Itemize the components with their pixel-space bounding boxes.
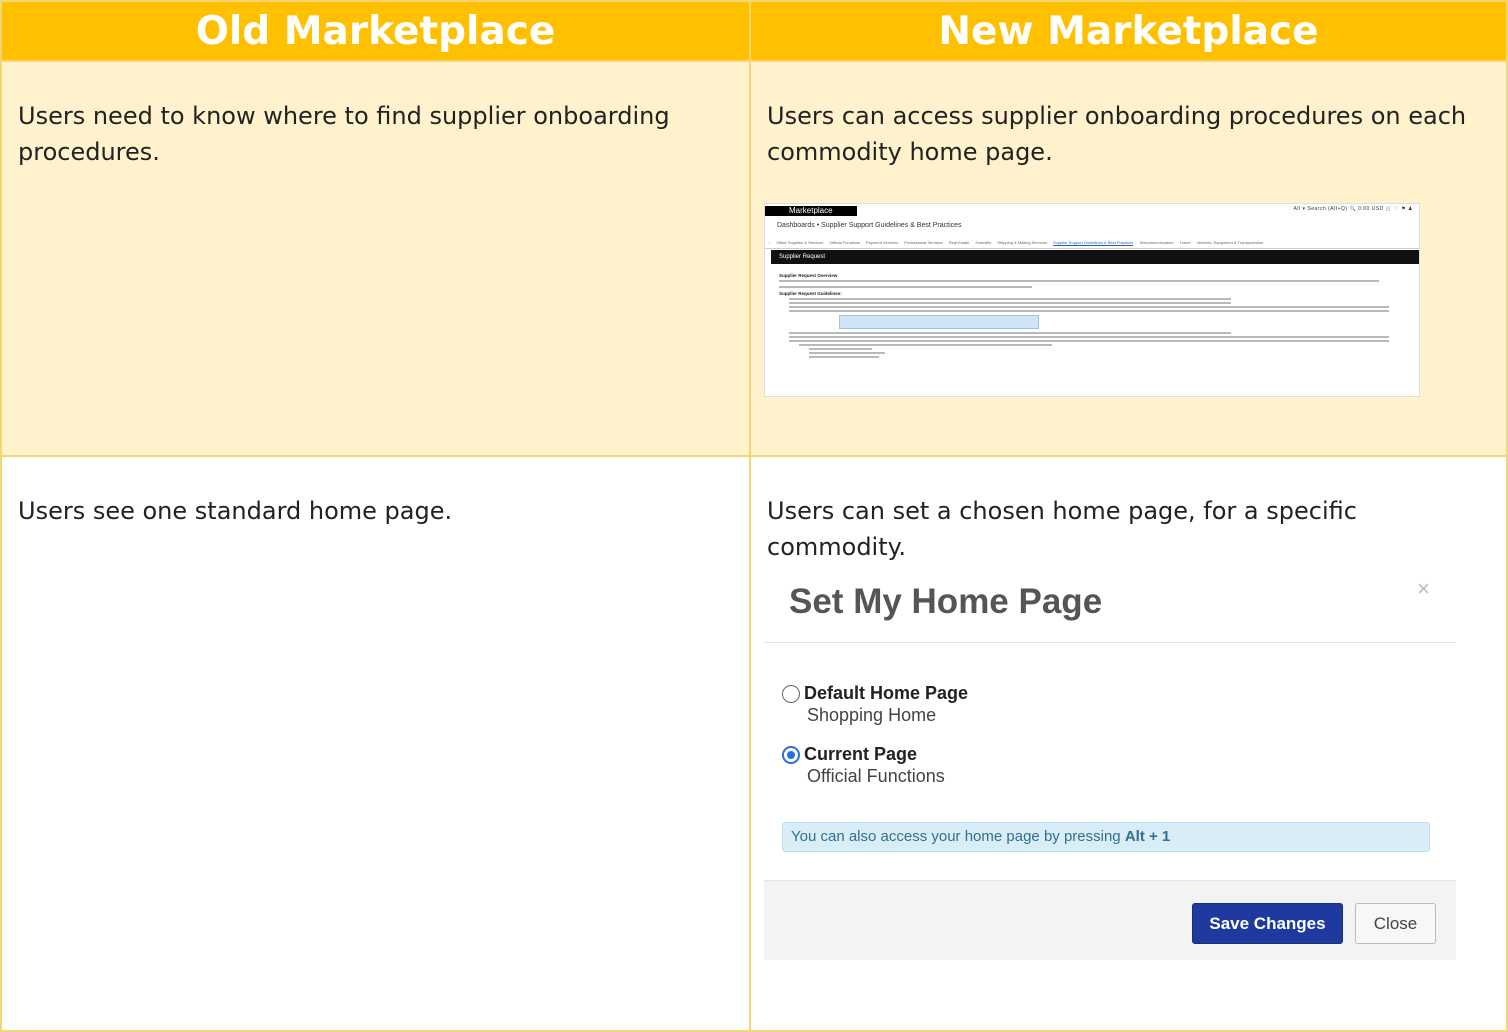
thumb-text-line [809, 352, 885, 354]
option-current-label: Current Page [804, 744, 918, 764]
thumb-utility-bar: All ▾ Search (Alt+Q) 🔍 0.00 USD 🛒 ♡ ⚑ ♟ [1293, 206, 1413, 212]
thumb-section-bar: Supplier Request [771, 250, 1419, 264]
thumb-tab: Scientific [975, 240, 992, 245]
option-default-label: Default Home Page [804, 683, 969, 703]
thumb-brand: Marketplace [765, 206, 857, 216]
thumb-tab-active: Supplier Support Guidelines & Best Pract… [1053, 239, 1134, 246]
thumb-text-line [779, 286, 1032, 288]
thumb-tab: Official Functions [829, 240, 861, 245]
radio-default-home-page[interactable] [782, 685, 800, 703]
dialog-divider [764, 642, 1456, 643]
info-shortcut-key: Alt + 1 [1124, 828, 1171, 845]
row1-old-text: Users need to know where to find supplie… [18, 102, 670, 166]
thumb-text-line [789, 306, 1390, 308]
set-home-page-dialog: Set My Home Page × Default Home Page Sho… [764, 562, 1456, 960]
thumb-text-line [809, 356, 879, 358]
thumb-back-icon: ‹ [769, 240, 771, 245]
info-alert: You can also access your home page by pr… [782, 822, 1430, 852]
header-old-marketplace: Old Marketplace [0, 0, 751, 62]
thumb-info-note [839, 315, 1039, 329]
thumb-tab: Real Estate [948, 240, 970, 245]
thumb-tab: Vehicles, Equipment & Transportation [1196, 240, 1264, 245]
thumb-breadcrumb: Dashboards • Supplier Support Guidelines… [777, 222, 962, 229]
thumb-tab: Travel [1179, 240, 1191, 245]
info-text: You can also access your home page by pr… [791, 828, 1125, 845]
thumb-tab: Shipping & Mailing Services [997, 240, 1048, 245]
radio-current-page[interactable] [782, 746, 800, 764]
row2-old-cell: Users see one standard home page. [0, 457, 751, 1032]
header-new-marketplace: New Marketplace [751, 0, 1508, 62]
dialog-footer: Save Changes Close [764, 880, 1456, 960]
thumb-text-line [789, 310, 1390, 312]
row1-old-cell: Users need to know where to find supplie… [0, 62, 751, 457]
thumb-text-line [789, 302, 1232, 304]
thumb-tab: Professional Services [904, 240, 943, 245]
thumb-top-bar: Marketplace All ▾ Search (Alt+Q) 🔍 0.00 … [765, 204, 1419, 217]
marketplace-screenshot: Marketplace All ▾ Search (Alt+Q) 🔍 0.00 … [764, 203, 1420, 397]
save-changes-button[interactable]: Save Changes [1192, 903, 1343, 944]
thumb-body: Supplier Request Overview Supplier Reque… [779, 270, 1411, 360]
thumb-text-line [789, 332, 1232, 334]
thumb-tab: Payment Services [866, 240, 899, 245]
thumb-guidelines-heading: Supplier Request Guidelines: [779, 291, 842, 296]
thumb-text-line [799, 344, 1052, 346]
thumb-overview-heading: Supplier Request Overview [779, 273, 838, 278]
close-button[interactable]: Close [1355, 903, 1436, 944]
thumb-text-line [789, 336, 1390, 338]
row2-old-text: Users see one standard home page. [18, 497, 453, 525]
row1-new-text: Users can access supplier onboarding pro… [767, 102, 1467, 166]
dialog-title: Set My Home Page [789, 582, 1103, 621]
thumb-tabs: ‹ Office Supplies & Services Official Fu… [765, 237, 1419, 249]
close-icon[interactable]: × [1417, 576, 1430, 602]
thumb-tab: Telecommunication [1139, 240, 1174, 245]
option-current-sub: Official Functions [807, 766, 945, 786]
thumb-text-line [809, 348, 873, 350]
header-new-label: New Marketplace [938, 8, 1319, 54]
header-old-label: Old Marketplace [195, 8, 556, 54]
row2-new-text: Users can set a chosen home page, for a … [767, 497, 1357, 561]
option-default-sub: Shopping Home [807, 705, 937, 725]
thumb-tab: Office Supplies & Services [776, 240, 824, 245]
thumb-text-line [779, 280, 1380, 282]
thumb-text-line [789, 340, 1390, 342]
thumb-text-line [789, 298, 1232, 300]
